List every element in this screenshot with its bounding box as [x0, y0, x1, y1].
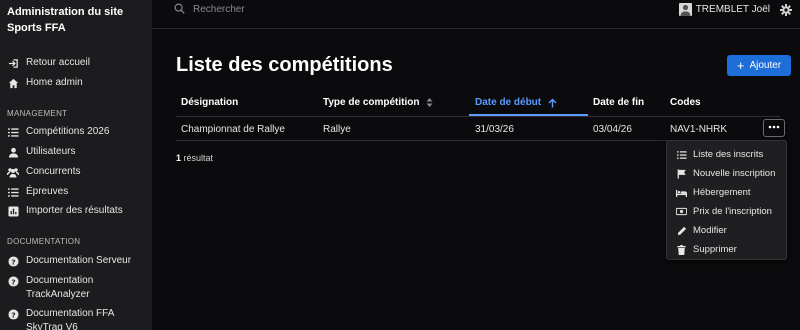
menu-item-label: Nouvelle inscription — [693, 168, 776, 179]
sidebar-item-retour-accueil[interactable]: Retour accueil — [7, 56, 144, 70]
sidebar-item-label: Retour accueil — [26, 57, 90, 68]
user-name: TREMBLET Joël — [695, 4, 770, 15]
sidebar: Administration du site Sports FFA Retour… — [0, 0, 152, 330]
list-icon — [7, 126, 19, 138]
column-header-date-fin[interactable]: Date de fin — [593, 97, 644, 108]
svg-text:?: ? — [11, 310, 15, 319]
cell-date-fin: 03/04/26 — [593, 124, 632, 135]
column-header-codes[interactable]: Codes — [670, 97, 701, 108]
sidebar-item-concurrents[interactable]: Concurrents — [7, 165, 144, 179]
menu-item-prix-inscription[interactable]: Prix de l'inscription — [667, 202, 786, 221]
search-icon — [174, 3, 186, 15]
topbar: TREMBLET Joël — [152, 0, 800, 29]
menu-item-label: Supprimer — [693, 244, 737, 255]
svg-text:?: ? — [11, 277, 15, 286]
column-header-label: Type de compétition — [323, 97, 420, 108]
sort-icon — [426, 98, 433, 107]
sidebar-item-epreuves[interactable]: Épreuves — [7, 185, 144, 199]
money-icon — [676, 206, 687, 217]
trash-icon — [676, 244, 687, 255]
section-heading-documentation: DOCUMENTATION — [7, 237, 81, 246]
list-icon — [676, 149, 687, 160]
search-bar — [174, 3, 353, 15]
svg-text:?: ? — [11, 257, 15, 266]
section-heading-management: MANAGEMENT — [7, 109, 68, 118]
sidebar-item-label: Documentation FFA SkyTraq V6 — [26, 308, 114, 330]
import-icon — [7, 205, 19, 217]
list-icon — [7, 186, 19, 198]
menu-item-label: Modifier — [693, 225, 727, 236]
sidebar-item-home-admin[interactable]: Home admin — [7, 76, 144, 90]
sidebar-item-label: Home admin — [26, 77, 83, 88]
row-actions-button[interactable] — [763, 119, 785, 137]
avatar — [678, 3, 692, 16]
sidebar-item-label: Documentation TrackAnalyzer — [26, 275, 94, 300]
arrow-up-icon — [548, 98, 557, 108]
column-header-label: Date de fin — [593, 97, 645, 108]
flag-icon — [676, 168, 687, 179]
menu-item-hebergement[interactable]: Hébergement — [667, 183, 786, 202]
menu-item-supprimer[interactable]: Supprimer — [667, 240, 786, 259]
sidebar-item-doc-skytraq[interactable]: ? Documentation FFA SkyTraq V6 — [7, 307, 126, 330]
cell-codes: NAV1-NHRK — [670, 124, 728, 135]
sidebar-item-label: Importer des résultats — [26, 205, 123, 216]
page-title: Liste des compétitions — [176, 54, 393, 76]
menu-item-label: Liste des inscrits — [693, 149, 764, 160]
column-header-label: Date de début — [475, 97, 542, 108]
column-header-date-debut[interactable]: Date de début — [475, 97, 557, 108]
sidebar-item-doc-trackanalyzer[interactable]: ? Documentation TrackAnalyzer — [7, 274, 126, 302]
bed-icon — [676, 187, 687, 198]
sidebar-item-label: Documentation Serveur — [26, 255, 132, 266]
pencil-icon — [676, 225, 687, 236]
cell-designation: Championnat de Rallye — [181, 124, 285, 135]
home-icon — [7, 77, 19, 89]
sidebar-item-doc-serveur[interactable]: ? Documentation Serveur — [7, 254, 144, 268]
column-header-designation[interactable]: Désignation — [181, 97, 238, 108]
sidebar-item-label: Compétitions 2026 — [26, 126, 110, 137]
row-actions-menu: Liste des inscrits Nouvelle inscription … — [666, 140, 787, 260]
cell-date-debut: 31/03/26 — [475, 124, 514, 135]
add-button[interactable]: + Ajouter — [727, 55, 791, 76]
sidebar-item-competitions[interactable]: Compétitions 2026 — [7, 125, 144, 139]
help-circle-icon: ? — [7, 308, 19, 320]
more-horizontal-icon — [768, 120, 780, 132]
menu-item-label: Hébergement — [693, 187, 751, 198]
result-count: 1 résultat — [176, 153, 213, 163]
sidebar-item-label: Utilisateurs — [26, 146, 76, 157]
user-icon — [7, 146, 19, 158]
search-input[interactable] — [193, 3, 353, 15]
column-header-label: Codes — [670, 97, 701, 108]
menu-item-label: Prix de l'inscription — [693, 206, 772, 217]
plus-icon: + — [736, 57, 745, 73]
gear-icon[interactable] — [780, 4, 792, 16]
sidebar-item-importer-resultats[interactable]: Importer des résultats — [7, 204, 144, 218]
column-header-label: Désignation — [181, 97, 239, 108]
menu-item-nouvelle-inscription[interactable]: Nouvelle inscription — [667, 164, 786, 183]
column-header-type[interactable]: Type de compétition — [323, 97, 433, 108]
user-menu[interactable]: TREMBLET Joël — [678, 3, 770, 16]
cell-type: Rallye — [323, 124, 351, 135]
site-title: Administration du site Sports FFA — [7, 6, 124, 34]
sidebar-item-utilisateurs[interactable]: Utilisateurs — [7, 145, 144, 159]
menu-item-liste-inscrits[interactable]: Liste des inscrits — [667, 145, 786, 164]
help-circle-icon: ? — [7, 275, 19, 287]
add-button-label: Ajouter — [749, 60, 782, 71]
users-icon — [7, 166, 19, 178]
sign-in-icon — [7, 57, 19, 69]
result-count-label: résultat — [181, 153, 214, 163]
sidebar-item-label: Concurrents — [26, 166, 81, 177]
menu-item-modifier[interactable]: Modifier — [667, 221, 786, 240]
divider — [176, 116, 780, 117]
sidebar-item-label: Épreuves — [26, 186, 69, 197]
help-circle-icon: ? — [7, 255, 19, 267]
